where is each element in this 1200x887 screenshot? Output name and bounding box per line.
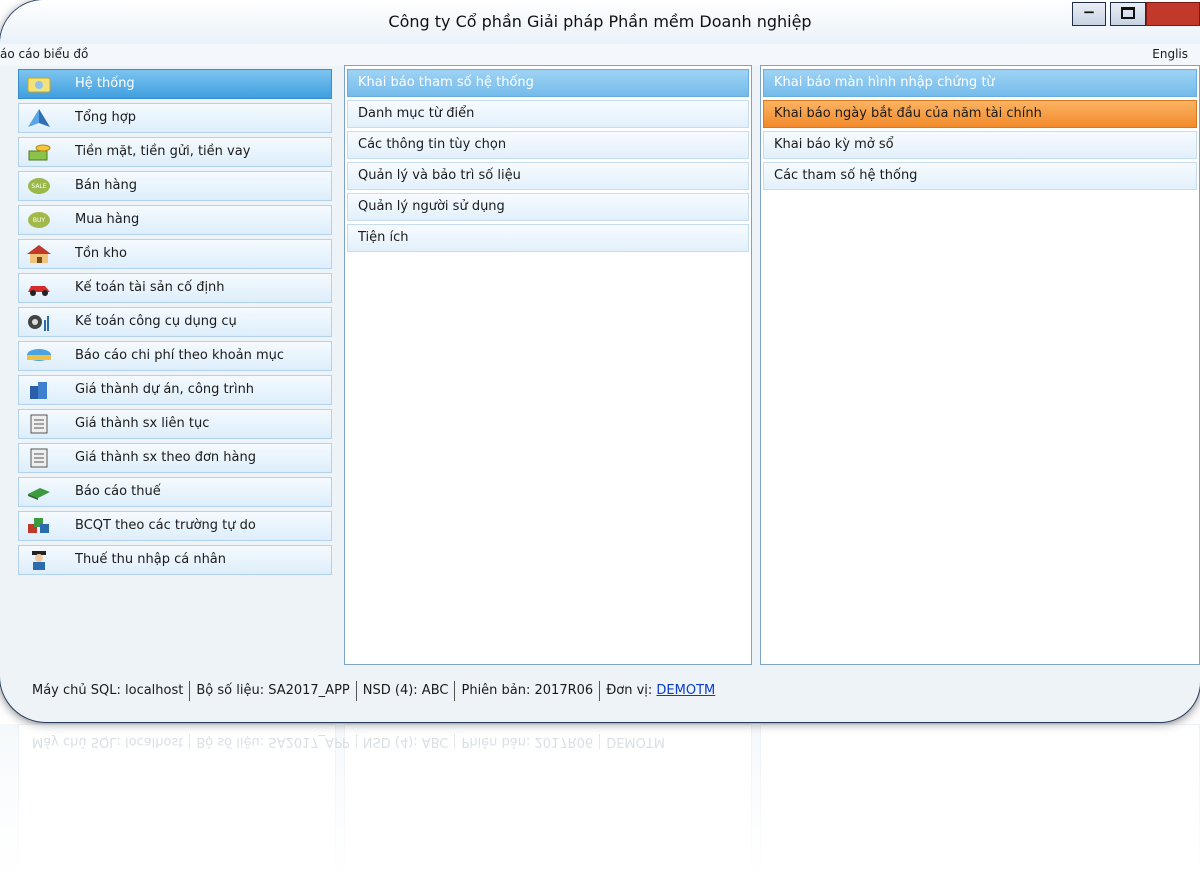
sub-function-item[interactable]: Khai báo màn hình nhập chứng từ [763,69,1197,97]
status-bar: Máy chủ SQL: localhost Bộ số liệu: SA2017… [0,676,1200,706]
nav-item-purchase[interactable]: BUY Mua hàng [18,205,332,235]
nav-label: Tồn kho [75,246,127,261]
maximize-button[interactable] [1110,2,1146,26]
nav-label: Tiền mặt, tiền gửi, tiền vay [75,144,251,159]
sub-function-list: Khai báo màn hình nhập chứng từ Khai báo… [760,65,1200,665]
nav-item-project-cost[interactable]: Giá thành dự án, công trình [18,375,332,405]
function-item[interactable]: Khai báo tham số hệ thống [347,69,749,97]
nav-item-personal-tax[interactable]: Thuế thu nhập cá nhân [18,545,332,575]
nav-label: Bán hàng [75,178,137,193]
status-dataset: Bộ số liệu: SA2017_APP [190,681,357,701]
tools-icon [28,315,49,331]
status-sql-server: Máy chủ SQL: localhost [0,681,191,701]
nav-item-continuous-cost[interactable]: Giá thành sx liên tục [18,409,332,439]
nav-label: Giá thành dự án, công trình [75,382,255,397]
nav-label: Kế toán công cụ dụng cụ [75,314,237,329]
minimize-button[interactable]: − [1072,2,1106,26]
status-user: NSD (4): ABC [357,681,456,701]
reflection-fade [0,724,1200,887]
maximize-icon [1121,7,1135,19]
svg-text:SALE: SALE [31,183,46,190]
nav-label: Thuế thu nhập cá nhân [75,552,227,567]
nav-label: Mua hàng [75,212,140,227]
nav-item-cash[interactable]: Tiền mặt, tiền gửi, tiền vay [18,137,332,167]
language-switch[interactable]: Englis [1152,47,1188,61]
nav-label: Giá thành sx liên tục [75,416,210,431]
menu-item-report-charts[interactable]: áo cáo biểu đồ [0,47,88,61]
function-item[interactable]: Các thông tin tùy chọn [347,131,749,159]
nav-label: BCQT theo các trường tự do [75,518,256,533]
document-icon [30,414,48,434]
document-icon [30,448,48,468]
status-unit-label: Đơn vị: [606,683,653,698]
sub-function-item[interactable]: Khai báo ngày bắt đầu của năm tài chính [763,100,1197,128]
nav-item-fixed-assets[interactable]: Kế toán tài sản cố định [18,273,332,303]
nav-label: Kế toán tài sản cố định [75,280,225,295]
function-item[interactable]: Tiện ích [347,224,749,252]
close-button[interactable] [1146,2,1200,26]
warehouse-icon [27,245,51,263]
status-unit: Đơn vị: DEMOTM [600,681,721,701]
function-item[interactable]: Quản lý người sử dụng [347,193,749,221]
nav-label: Báo cáo thuế [75,484,161,499]
function-item[interactable]: Quản lý và bảo trì số liệu [347,162,749,190]
person-icon [32,551,46,570]
money-icon [28,144,51,161]
system-icon [27,77,51,93]
nav-item-summary[interactable]: Tổng hợp [18,103,332,133]
function-list: Khai báo tham số hệ thống Danh mục từ đi… [344,65,752,665]
app-window: Công ty Cổ phần Giải pháp Phần mềm Doanh… [0,0,1200,722]
nav-item-bcqt[interactable]: BCQT theo các trường tự do [18,511,332,541]
sale-icon: SALE [28,178,50,194]
buy-icon: BUY [28,212,50,228]
nav-item-sales[interactable]: SALE Bán hàng [18,171,332,201]
summary-icon [28,109,50,127]
nav-item-order-cost[interactable]: Giá thành sx theo đơn hàng [18,443,332,473]
car-icon [28,286,50,296]
svg-text:BUY: BUY [33,217,46,224]
nav-item-tax-report[interactable]: Báo cáo thuế [18,477,332,507]
book-icon [28,488,50,500]
nav-item-system[interactable]: Hệ thống [18,69,332,99]
nav-item-inventory[interactable]: Tồn kho [18,239,332,269]
menu-bar: áo cáo biểu đồ Englis [0,44,1200,66]
sub-function-item[interactable]: Khai báo kỳ mở sổ [763,131,1197,159]
sub-function-item[interactable]: Các tham số hệ thống [763,162,1197,190]
nav-label: Tổng hợp [75,110,136,125]
window-title: Công ty Cổ phần Giải pháp Phần mềm Doanh… [388,12,812,31]
function-item[interactable]: Danh mục từ điển [347,100,749,128]
status-unit-link[interactable]: DEMOTM [656,683,715,698]
status-version: Phiên bản: 2017R06 [455,681,601,701]
nav-item-cost-report[interactable]: Báo cáo chi phí theo khoản mục [18,341,332,371]
nav-label: Hệ thống [75,76,135,91]
nav-label: Giá thành sx theo đơn hàng [75,450,256,465]
building-icon [30,382,47,399]
cubes-icon [28,518,49,533]
report-icon [27,349,51,361]
title-bar: Công ty Cổ phần Giải pháp Phần mềm Doanh… [0,0,1200,44]
module-nav: Hệ thống Tổng hợp Tiền mặt, tiền gửi, ti… [18,65,336,665]
nav-label: Báo cáo chi phí theo khoản mục [75,348,285,363]
nav-item-tools[interactable]: Kế toán công cụ dụng cụ [18,307,332,337]
